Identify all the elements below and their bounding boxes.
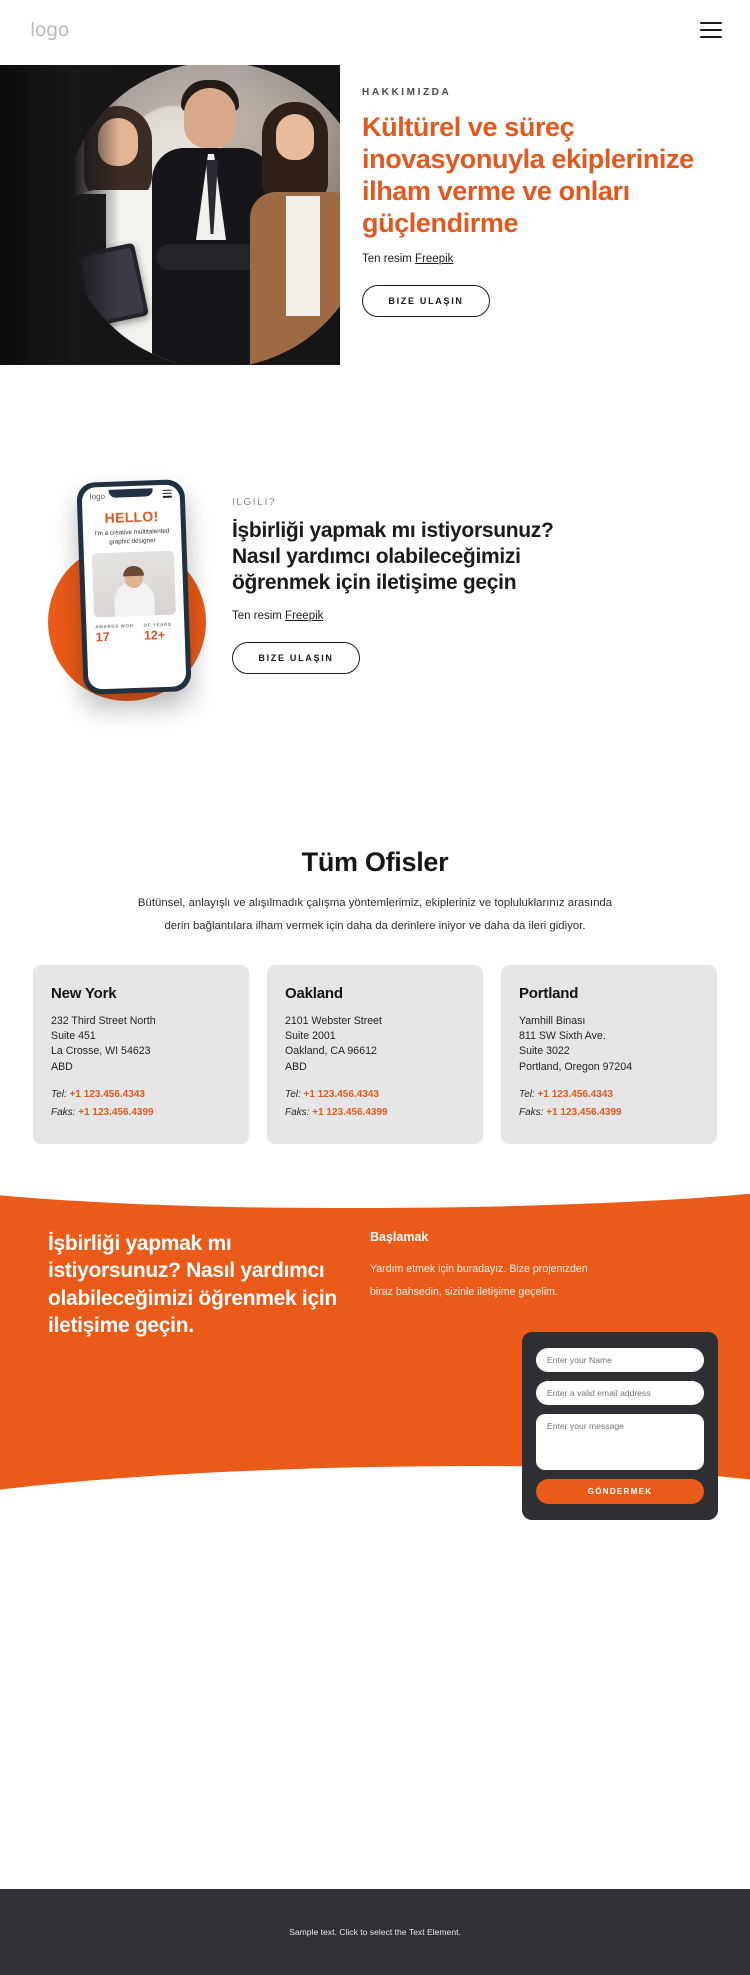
- hero-section: HAKKIMIZDA Kültürel ve süreç inovasyonuy…: [0, 65, 750, 365]
- cta-right-column: Başlamak Yardım etmek için buradayız. Bi…: [370, 1230, 590, 1339]
- office-city: New York: [51, 984, 117, 1002]
- site-logo[interactable]: logo: [30, 19, 69, 41]
- collaboration-credit-link[interactable]: Freepik: [285, 610, 323, 622]
- cta-body: Yardım etmek için buradayız. Bize projen…: [370, 1263, 588, 1299]
- phone-stat-item: AWARDS WON 17: [95, 623, 134, 644]
- email-input[interactable]: [536, 1381, 704, 1406]
- cta-section: İşbirliği yapmak mı istiyorsunuz? Nasıl …: [0, 1168, 750, 1539]
- message-textarea[interactable]: [536, 1414, 704, 1471]
- phone-hello-text: HELLO!: [104, 507, 159, 526]
- site-header: logo: [0, 0, 750, 60]
- person-shape: [286, 196, 320, 316]
- hamburger-menu-icon[interactable]: [700, 22, 722, 38]
- office-tel-label: Tel:: [285, 1089, 301, 1101]
- offices-intro-line2: derin bağlantılara ilham vermek için dah…: [164, 920, 586, 933]
- hamburger-bar: [700, 22, 722, 25]
- offices-card-list: New York 232 Third Street North Suite 45…: [0, 964, 750, 1145]
- office-fax-value: +1 123.456.4399: [78, 1107, 154, 1119]
- phone-notch: [108, 488, 153, 498]
- phone-stat-item: OF YEARS 12+: [144, 622, 173, 643]
- phone-stat-label: OF YEARS: [143, 622, 172, 629]
- collaboration-title: İşbirliği yapmak mı istiyorsunuz? Nasıl …: [232, 519, 554, 595]
- site-footer: Sample text. Click to select the Text El…: [0, 1889, 750, 1975]
- hero-image: [0, 65, 340, 365]
- hero-title: Kültürel ve süreç inovasyonuyla ekipleri…: [362, 112, 694, 238]
- footer-text[interactable]: Sample text. Click to select the Text El…: [289, 1927, 461, 1937]
- name-input[interactable]: [536, 1348, 704, 1373]
- phone-menu-icon: [162, 489, 172, 500]
- office-address: 232 Third Street North Suite 451 La Cros…: [51, 1014, 156, 1073]
- phone-logo: logo: [89, 492, 106, 502]
- office-fax: Faks: +1 123.456.4399: [285, 1107, 465, 1118]
- cta-headline: İşbirliği yapmak mı istiyorsunuz? Nasıl …: [48, 1232, 337, 1338]
- collaboration-eyebrow: ILGILI?: [232, 497, 276, 508]
- phone-stats: AWARDS WON 17 OF YEARS 12+: [86, 615, 185, 645]
- hero-image-shadow: [0, 65, 120, 365]
- office-tel-value[interactable]: +1 123.456.4343: [304, 1089, 379, 1100]
- office-phone: Tel: +1 123.456.4343: [285, 1089, 465, 1100]
- person-shape: [276, 114, 314, 160]
- cta-subtitle: Başlamak: [370, 1230, 429, 1245]
- collaboration-credit-prefix: Ten resim: [232, 610, 286, 623]
- cta-content: İşbirliği yapmak mı istiyorsunuz? Nasıl …: [0, 1168, 750, 1339]
- office-tel-label: Tel:: [51, 1089, 67, 1101]
- hero-eyebrow: HAKKIMIZDA: [362, 87, 452, 98]
- office-phone: Tel: +1 123.456.4343: [51, 1089, 231, 1100]
- submit-button[interactable]: GÖNDERMEK: [536, 1479, 704, 1505]
- office-address: 2101 Webster Street Suite 2001 Oakland, …: [285, 1014, 382, 1073]
- office-fax: Faks: +1 123.456.4399: [519, 1107, 699, 1118]
- office-card: Portland Yamhill Binası 811 SW Sixth Ave…: [501, 964, 717, 1145]
- contact-form: GÖNDERMEK: [522, 1332, 718, 1521]
- office-tel-value[interactable]: +1 123.456.4343: [538, 1089, 613, 1100]
- collaboration-text-block: ILGILI? İşbirliği yapmak mı istiyorsunuz…: [232, 497, 562, 675]
- person-shape: [184, 88, 236, 148]
- office-fax-label: Faks:: [51, 1107, 76, 1119]
- offices-title: Tüm Ofisler: [301, 847, 449, 877]
- hero-credit: Ten resim Freepik: [362, 253, 722, 265]
- hamburger-bar: [700, 35, 722, 38]
- phone-stat-value: 17: [95, 630, 110, 645]
- collaboration-contact-button[interactable]: BIZE ULAŞIN: [232, 642, 360, 675]
- hero-credit-link[interactable]: Freepik: [415, 253, 453, 265]
- office-fax-label: Faks:: [519, 1107, 544, 1119]
- phone-mockup: logo HELLO! I'm a creative multitalented…: [40, 477, 220, 717]
- office-fax-value: +1 123.456.4399: [312, 1107, 388, 1119]
- collaboration-section: logo HELLO! I'm a creative multitalented…: [0, 477, 750, 817]
- offices-intro-line1: Bütünsel, anlayışlı ve alışılmadık çalış…: [137, 897, 613, 909]
- portrait-shape: [122, 566, 145, 577]
- phone-portrait-image: [91, 551, 177, 618]
- phone-device: logo HELLO! I'm a creative multitalented…: [76, 479, 192, 695]
- hero-contact-button[interactable]: BIZE ULAŞIN: [362, 285, 490, 318]
- office-tel-label: Tel:: [519, 1089, 535, 1101]
- office-fax: Faks: +1 123.456.4399: [51, 1107, 231, 1118]
- hero-text-block: HAKKIMIZDA Kültürel ve süreç inovasyonuy…: [362, 87, 722, 318]
- collaboration-credit: Ten resim Freepik: [232, 610, 562, 622]
- office-card: New York 232 Third Street North Suite 45…: [33, 964, 249, 1145]
- hamburger-bar: [700, 28, 722, 32]
- office-tel-value[interactable]: +1 123.456.4343: [70, 1089, 145, 1100]
- phone-screen: logo HELLO! I'm a creative multitalented…: [81, 484, 187, 690]
- office-city: Portland: [519, 984, 579, 1002]
- office-address: Yamhill Binası 811 SW Sixth Ave. Suite 3…: [519, 1014, 633, 1073]
- offices-intro: Bütünsel, anlayışlı ve alışılmadık çalış…: [0, 892, 750, 939]
- phone-stat-value: 12+: [143, 628, 166, 644]
- cta-left-column: İşbirliği yapmak mı istiyorsunuz? Nasıl …: [48, 1230, 358, 1339]
- office-fax-label: Faks:: [285, 1107, 310, 1119]
- office-card: Oakland 2101 Webster Street Suite 2001 O…: [267, 964, 483, 1145]
- office-city: Oakland: [285, 984, 343, 1002]
- office-fax-value: +1 123.456.4399: [546, 1107, 622, 1119]
- phone-subtitle: I'm a creative multitalented graphic des…: [94, 527, 170, 546]
- office-phone: Tel: +1 123.456.4343: [519, 1089, 699, 1100]
- hero-credit-prefix: Ten resim: [362, 253, 416, 266]
- offices-section: Tüm Ofisler Bütünsel, anlayışlı ve alışı…: [0, 847, 750, 1145]
